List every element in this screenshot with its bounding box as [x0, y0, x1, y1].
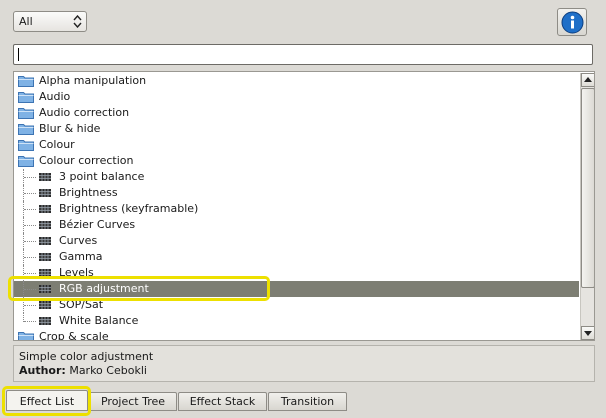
effect-author-line: Author: Marko Cebokli — [19, 364, 147, 377]
effect-description: Simple color adjustment — [19, 350, 154, 363]
effect-icon — [39, 301, 51, 309]
tree-branch-line — [24, 177, 36, 178]
tree-effect-item[interactable]: Bézier Curves — [14, 217, 579, 233]
scroll-thumb[interactable] — [581, 88, 594, 288]
effect-filter-value: All — [19, 15, 33, 28]
tree-folder[interactable]: Audio — [14, 89, 579, 105]
tree-effect-label: White Balance — [59, 314, 139, 327]
highlight-selected-row — [8, 276, 270, 301]
tree-scrollbar[interactable] — [580, 73, 594, 340]
scroll-down-button[interactable] — [581, 326, 594, 340]
info-icon — [561, 11, 584, 34]
text-caret — [18, 48, 19, 61]
scroll-up-button[interactable] — [581, 73, 594, 87]
effect-filter-combo[interactable]: All — [13, 11, 87, 32]
tree-folder-label: Alpha manipulation — [39, 74, 147, 87]
tab-effect-stack[interactable]: Effect Stack — [178, 392, 267, 411]
folder-icon — [18, 76, 34, 87]
effect-description-panel: Simple color adjustment Author: Marko Ce… — [13, 345, 595, 382]
tree-folder-label: Colour — [39, 138, 75, 151]
tree-branch-line — [24, 273, 36, 274]
tree-folder[interactable]: Blur & hide — [14, 121, 579, 137]
tree-folder[interactable]: Colour — [14, 137, 579, 153]
tree-effect-item[interactable]: Brightness — [14, 185, 579, 201]
tree-effect-item[interactable]: Curves — [14, 233, 579, 249]
effect-icon — [39, 205, 51, 213]
folder-icon — [18, 156, 34, 167]
tree-branch-line — [24, 305, 36, 306]
tree-branch-line — [24, 321, 36, 322]
tree-folder[interactable]: Alpha manipulation — [14, 73, 579, 89]
effect-icon — [39, 253, 51, 261]
author-label: Author: — [19, 364, 66, 377]
tree-folder-label: Crop & scale — [39, 330, 109, 340]
tree-branch-line — [24, 241, 36, 242]
tab-project-tree-label: Project Tree — [100, 395, 166, 408]
tree-effect-label: Gamma — [59, 250, 103, 263]
tree-folder[interactable]: Crop & scale — [14, 329, 579, 340]
effect-icon — [39, 189, 51, 197]
folder-icon — [18, 92, 34, 103]
tree-effect-label: 3 point balance — [59, 170, 145, 183]
folder-icon — [18, 140, 34, 151]
top-toolbar: All — [0, 0, 606, 40]
tree-effect-item[interactable]: Gamma — [14, 249, 579, 265]
tab-transition[interactable]: Transition — [268, 392, 347, 411]
tree-effect-item[interactable]: 3 point balance — [14, 169, 579, 185]
tree-folder-label: Colour correction — [39, 154, 134, 167]
tree-folder[interactable]: Colour correction — [14, 153, 579, 169]
tab-effect-stack-label: Effect Stack — [189, 395, 256, 408]
tree-effect-label: Brightness — [59, 186, 118, 199]
folder-icon — [18, 108, 34, 119]
tree-folder-label: Blur & hide — [39, 122, 101, 135]
tab-transition-label: Transition — [280, 395, 335, 408]
highlight-effect-list-tab — [2, 386, 91, 416]
search-input[interactable] — [13, 44, 593, 65]
tree-effect-label: Bézier Curves — [59, 218, 136, 231]
tree-folder-label: Audio correction — [39, 106, 130, 119]
author-name: Marko Cebokli — [69, 364, 147, 377]
chevron-updown-icon — [73, 15, 82, 28]
folder-icon — [18, 332, 34, 340]
effect-icon — [39, 237, 51, 245]
tree-effect-item[interactable]: Brightness (keyframable) — [14, 201, 579, 217]
tree-branch-line — [24, 257, 36, 258]
tree-effect-label: Curves — [59, 234, 98, 247]
tree-folder[interactable]: Audio correction — [14, 105, 579, 121]
info-button[interactable] — [557, 8, 587, 36]
tree-branch-line — [24, 193, 36, 194]
effect-icon — [39, 221, 51, 229]
tree-effect-label: Brightness (keyframable) — [59, 202, 199, 215]
tree-folder-label: Audio — [39, 90, 71, 103]
scroll-down-icon — [584, 331, 592, 336]
scroll-up-icon — [584, 77, 592, 82]
tree-effect-item[interactable]: White Balance — [14, 313, 579, 329]
effect-icon — [39, 317, 51, 325]
folder-icon — [18, 124, 34, 135]
effect-icon — [39, 173, 51, 181]
tree-branch-line — [24, 225, 36, 226]
tree-branch-line — [24, 209, 36, 210]
tab-project-tree[interactable]: Project Tree — [89, 392, 177, 411]
